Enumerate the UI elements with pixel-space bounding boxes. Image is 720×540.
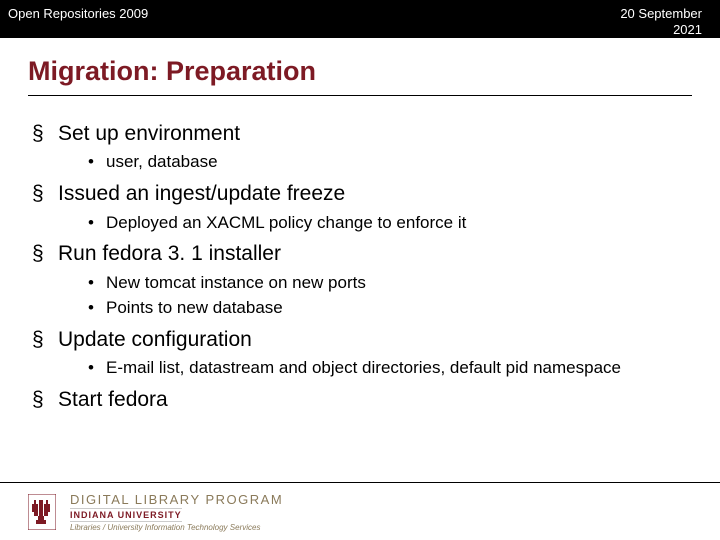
iu-logo-icon: [28, 494, 56, 530]
slide-title: Migration: Preparation: [28, 56, 692, 96]
bullet-item: Issued an ingest/update freeze Deployed a…: [32, 180, 692, 234]
sub-bullet-item: user, database: [88, 151, 692, 174]
footer: DIGITAL LIBRARY PROGRAM INDIANA UNIVERSI…: [0, 482, 720, 540]
sub-bullet-item: Deployed an XACML policy change to enfor…: [88, 212, 692, 235]
header-bar: Open Repositories 2009 20 September 2021: [0, 0, 720, 38]
bullet-text: Set up environment: [58, 122, 240, 145]
sub-bullet-item: Points to new database: [88, 297, 692, 320]
footer-text: DIGITAL LIBRARY PROGRAM INDIANA UNIVERSI…: [70, 492, 283, 532]
header-event: Open Repositories 2009: [8, 6, 148, 21]
footer-university: INDIANA UNIVERSITY: [70, 508, 182, 522]
sub-bullet-item: New tomcat instance on new ports: [88, 272, 692, 295]
bullet-text: Issued an ingest/update freeze: [58, 182, 345, 205]
sub-bullet-item: E-mail list, datastream and object direc…: [88, 357, 692, 380]
slide-content: Migration: Preparation Set up environmen…: [0, 38, 720, 413]
sub-bullet-list: E-mail list, datastream and object direc…: [58, 357, 692, 380]
sub-bullet-list: New tomcat instance on new portsPoints t…: [58, 272, 692, 320]
sub-bullet-list: Deployed an XACML policy change to enfor…: [58, 212, 692, 235]
sub-bullet-list: user, database: [58, 151, 692, 174]
header-date: 20 September 2021: [602, 6, 702, 37]
bullet-item: Update configuration E-mail list, datastr…: [32, 326, 692, 380]
bullet-text: Start fedora: [58, 388, 168, 411]
bullet-item: Run fedora 3. 1 installer New tomcat inst…: [32, 240, 692, 319]
bullet-text: Update configuration: [58, 328, 252, 351]
bullet-list: Set up environment user, database Issued a…: [28, 120, 692, 413]
bullet-item: Set up environment user, database: [32, 120, 692, 174]
footer-program: DIGITAL LIBRARY PROGRAM: [70, 492, 283, 507]
footer-tagline: Libraries / University Information Techn…: [70, 523, 283, 532]
bullet-item: Start fedora: [32, 386, 692, 413]
bullet-text: Run fedora 3. 1 installer: [58, 242, 281, 265]
